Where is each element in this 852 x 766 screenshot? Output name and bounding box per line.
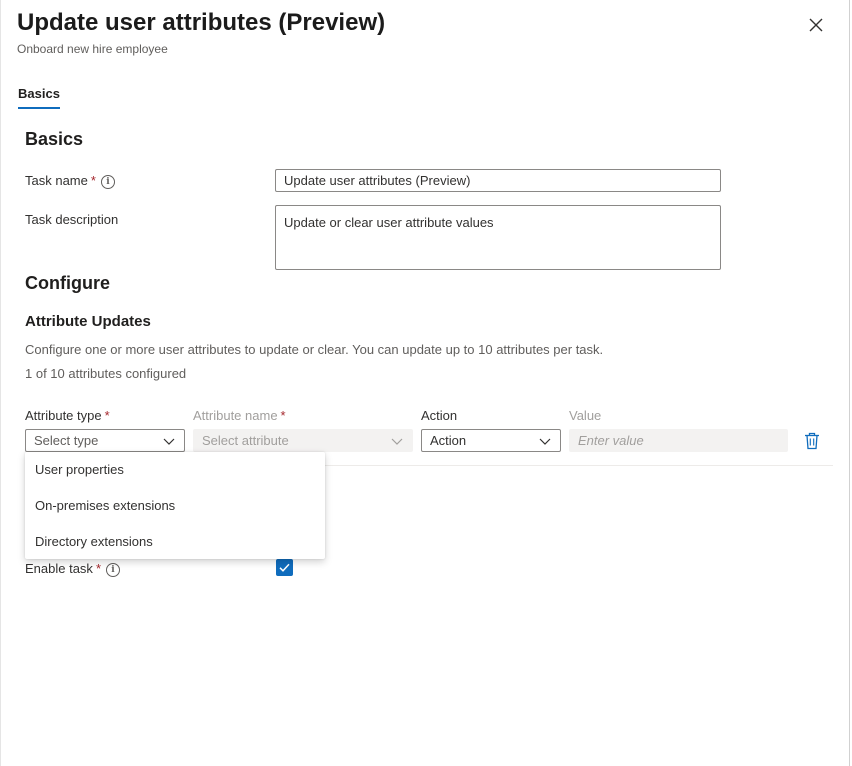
checkmark-icon: [279, 563, 290, 572]
attributes-count: 1 of 10 attributes configured: [25, 366, 187, 381]
attribute-type-header: Attribute type *: [25, 408, 110, 423]
tab-basics[interactable]: Basics: [18, 86, 60, 109]
attribute-type-dropdown[interactable]: Select type: [25, 429, 185, 452]
action-header: Action: [421, 408, 458, 423]
task-name-input[interactable]: Update user attributes (Preview): [275, 169, 721, 192]
required-mark: *: [104, 408, 110, 423]
value-header: Value: [569, 408, 602, 423]
info-icon[interactable]: i: [100, 174, 115, 189]
chevron-down-icon: [539, 438, 551, 445]
task-description-textarea[interactable]: Update or clear user attribute values: [275, 205, 721, 270]
enable-task-label: Enable task * i: [25, 561, 120, 577]
panel-title: Update user attributes (Preview): [17, 9, 386, 36]
attribute-name-header: Attribute name *: [193, 408, 286, 423]
trash-icon[interactable]: [804, 432, 820, 450]
value-input: Enter value: [569, 429, 788, 452]
close-icon[interactable]: [805, 14, 827, 36]
side-panel: Update user attributes (Preview) Onboard…: [0, 0, 850, 766]
chevron-down-icon: [391, 438, 403, 445]
menu-item-on-premises-extensions[interactable]: On-premises extensions: [25, 488, 325, 524]
basics-heading: Basics: [25, 129, 84, 149]
attribute-updates-heading: Attribute Updates: [25, 313, 151, 330]
configure-heading: Configure: [25, 273, 110, 293]
action-selected-value: Action: [430, 433, 467, 448]
required-mark: *: [90, 173, 96, 188]
attribute-updates-description: Configure one or more user attributes to…: [25, 342, 604, 357]
action-dropdown[interactable]: Action: [421, 429, 561, 452]
task-description-label: Task description: [25, 212, 119, 227]
enable-task-checkbox[interactable]: [276, 559, 293, 576]
chevron-down-icon: [163, 438, 175, 445]
panel-subtitle: Onboard new hire employee: [17, 42, 168, 56]
attribute-name-dropdown: Select attribute: [193, 429, 413, 452]
info-icon[interactable]: i: [106, 562, 120, 577]
attribute-name-placeholder: Select attribute: [202, 433, 289, 448]
menu-item-directory-extensions[interactable]: Directory extensions: [25, 524, 325, 560]
attribute-type-placeholder: Select type: [34, 433, 99, 448]
required-mark: *: [95, 561, 101, 576]
required-mark: *: [280, 408, 286, 423]
attribute-type-menu: User properties On-premises extensions D…: [25, 452, 325, 559]
task-name-label: Task name * i: [25, 173, 115, 189]
menu-item-user-properties[interactable]: User properties: [25, 452, 325, 488]
